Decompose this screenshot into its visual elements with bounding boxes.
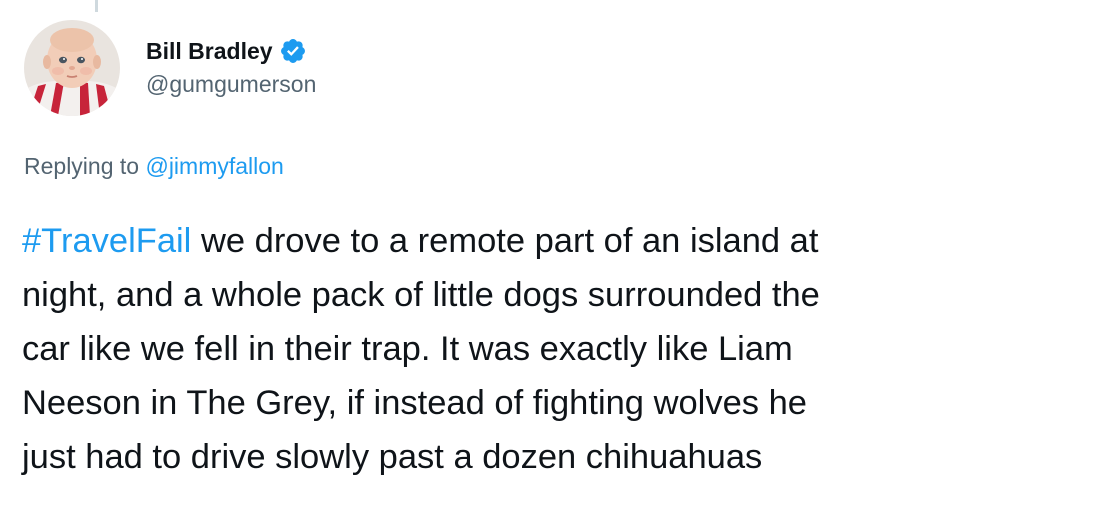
tweet-text: #TravelFail we drove to a remote part of… [22, 214, 1102, 484]
author-names: Bill Bradley @gumgumerson [146, 36, 316, 100]
baby-photo-avatar-icon [24, 20, 120, 116]
display-name[interactable]: Bill Bradley [146, 36, 273, 66]
tweet-text-line: #TravelFail we drove to a remote part of… [22, 214, 1102, 268]
tweet-text-line: just had to drive slowly past a dozen ch… [22, 438, 763, 476]
thread-connector-line [95, 0, 98, 12]
tweet-text-line: Neeson in The Grey, if instead of fighti… [22, 384, 807, 422]
avatar[interactable] [24, 20, 120, 116]
replying-to-label: Replying to [24, 153, 140, 179]
hashtag-link[interactable]: #TravelFail [22, 222, 191, 260]
tweet-header: Bill Bradley @gumgumerson [24, 20, 316, 116]
verified-badge-icon [279, 37, 307, 65]
tweet-text-segment: we drove to a remote part of an island a… [191, 222, 819, 260]
tweet-text-line: car like we fell in their trap. It was e… [22, 330, 793, 368]
replying-to-line: Replying to @jimmyfallon [24, 150, 284, 182]
replying-to-mention-link[interactable]: @jimmyfallon [145, 153, 283, 179]
display-name-row[interactable]: Bill Bradley [146, 36, 316, 66]
tweet-text-line: night, and a whole pack of little dogs s… [22, 276, 820, 314]
author-handle[interactable]: @gumgumerson [146, 68, 316, 100]
